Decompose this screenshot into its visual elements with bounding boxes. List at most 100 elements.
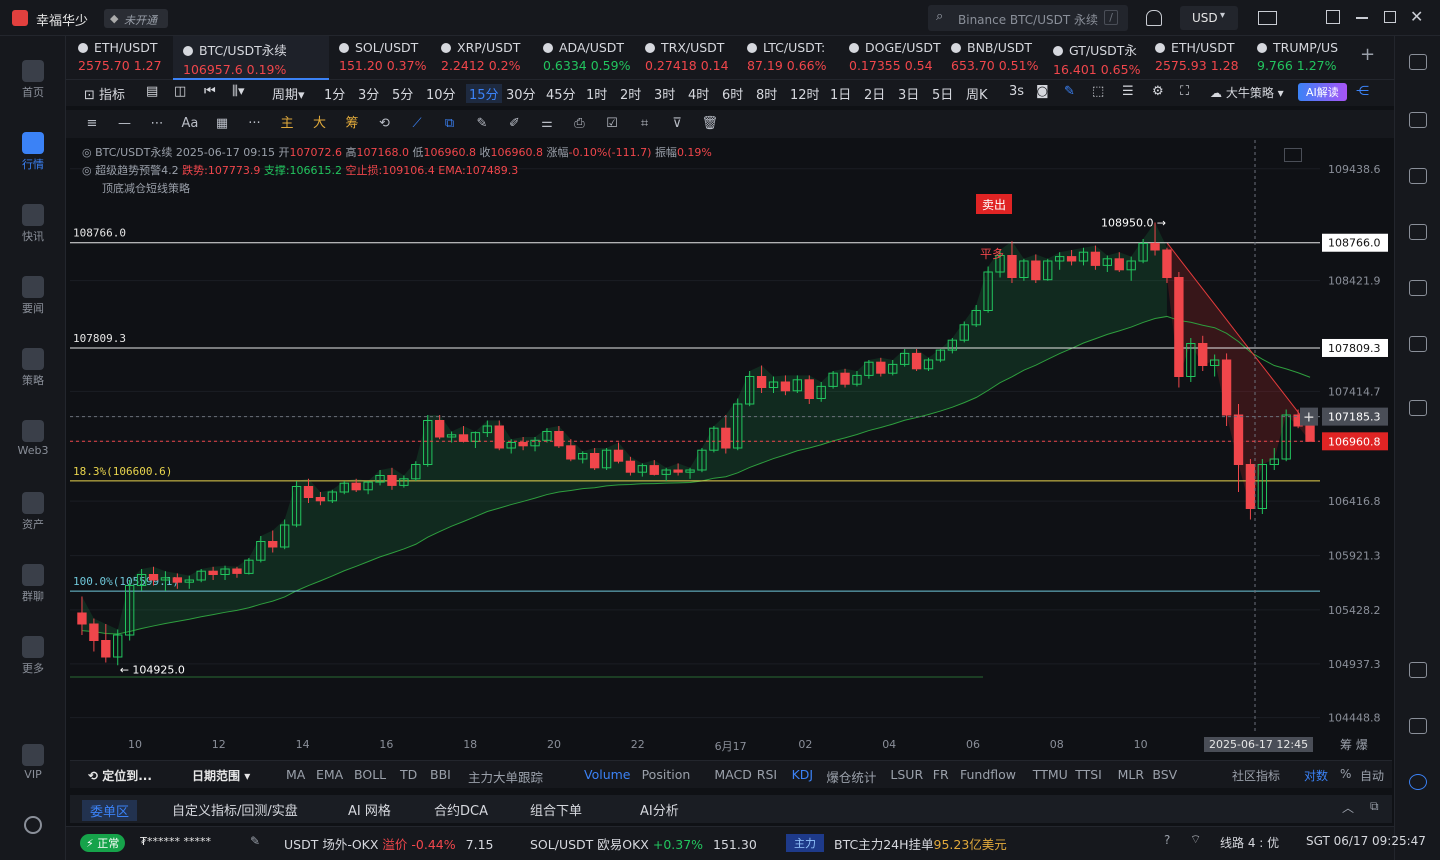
- draw-tool-10[interactable]: ⟋: [409, 116, 425, 132]
- refresh-interval[interactable]: 3s: [1009, 84, 1024, 99]
- main-indicator-0[interactable]: MA: [286, 767, 305, 782]
- share-icon[interactable]: ⋲: [1356, 84, 1369, 99]
- period-14[interactable]: 1日: [830, 84, 851, 103]
- sub-indicator-3[interactable]: RSI: [757, 767, 777, 782]
- period-6[interactable]: 45分: [546, 84, 576, 103]
- ticker-tab[interactable]: BNB/USDT 653.70 0.51%: [941, 36, 1043, 80]
- trend-icon[interactable]: [1409, 224, 1427, 240]
- ticker-usdt-otc[interactable]: USDT 场外-OKX 溢价 -0.44% 7.15: [284, 834, 493, 853]
- window-layout-icon[interactable]: [1326, 10, 1340, 24]
- sub-indicator-12[interactable]: BSV: [1152, 767, 1177, 782]
- ticker-tab[interactable]: ADA/USDT 0.6334 0.59%: [533, 36, 635, 80]
- draw-tool-9[interactable]: ⟲: [377, 116, 393, 132]
- bottom-tab-1[interactable]: 自定义指标/回测/实盘: [172, 800, 298, 819]
- nav-item-6[interactable]: 资产: [0, 492, 66, 532]
- card-icon[interactable]: [1409, 336, 1427, 352]
- search-input[interactable]: ⌕ Binance BTC/USDT 永续 /: [928, 5, 1128, 31]
- popout-icon[interactable]: ⧉: [1370, 799, 1379, 814]
- draw-tool-2[interactable]: ⋯: [149, 116, 165, 132]
- draw-tool-17[interactable]: ⌗: [637, 116, 653, 132]
- zoom-icon[interactable]: 筹 爆: [1340, 736, 1368, 753]
- add-tab-icon[interactable]: +: [1360, 44, 1375, 65]
- ticker-tab[interactable]: XRP/USDT 2.2412 0.2%: [431, 36, 533, 80]
- ticker-tab[interactable]: SOL/USDT 151.20 0.37%: [329, 36, 431, 80]
- period-4[interactable]: 15分: [466, 84, 502, 103]
- draw-tool-14[interactable]: ⚌: [539, 116, 555, 132]
- community-indicators[interactable]: 社区指标: [1232, 767, 1280, 784]
- main-indicator-5[interactable]: 主力大单跟踪: [468, 767, 543, 786]
- mail-icon[interactable]: [1258, 11, 1277, 25]
- robot-icon[interactable]: [1409, 774, 1427, 790]
- period-select[interactable]: 周期▾: [272, 84, 305, 103]
- sub-indicator-10[interactable]: TTSI: [1075, 767, 1102, 782]
- chart-layout-icon[interactable]: [1284, 148, 1302, 162]
- nav-item-9[interactable]: VIP: [0, 744, 66, 781]
- sub-indicator-8[interactable]: Fundflow: [960, 767, 1016, 782]
- period-11[interactable]: 6时: [722, 84, 743, 103]
- swap-icon[interactable]: [1409, 400, 1427, 416]
- bottom-tab-3[interactable]: 合约DCA: [434, 800, 488, 819]
- ticker-tab[interactable]: GT/USDT永 16.401 0.65%: [1043, 36, 1145, 80]
- period-9[interactable]: 3时: [654, 84, 675, 103]
- main-indicator-2[interactable]: BOLL: [354, 767, 386, 782]
- ticker-tab[interactable]: ETH/USDT 2575.70 1.27: [68, 36, 173, 80]
- period-0[interactable]: 1分: [324, 84, 345, 103]
- main-indicator-4[interactable]: BBI: [430, 767, 451, 782]
- draw-tool-6[interactable]: 主: [279, 116, 295, 132]
- nav-item-0[interactable]: 首页: [0, 60, 66, 100]
- draw-tool-12[interactable]: ✎: [474, 116, 490, 132]
- main-indicator-3[interactable]: TD: [400, 767, 417, 782]
- auto-toggle[interactable]: 自动: [1360, 767, 1384, 784]
- period-1[interactable]: 3分: [358, 84, 379, 103]
- settings-icon[interactable]: [24, 816, 42, 834]
- visibility-icon[interactable]: ◎: [82, 164, 92, 177]
- draw-tool-13[interactable]: ✐: [507, 116, 523, 132]
- headset-icon[interactable]: [1409, 718, 1427, 734]
- bottom-tab-2[interactable]: AI 网格: [348, 800, 391, 819]
- bottom-tab-4[interactable]: 组合下单: [530, 800, 582, 819]
- period-7[interactable]: 1时: [586, 84, 607, 103]
- ticker-tab[interactable]: ETH/USDT 2575.93 1.28: [1145, 36, 1247, 80]
- bottom-tab-0[interactable]: 委单区: [82, 800, 138, 821]
- layout-grid-icon[interactable]: [1409, 54, 1427, 70]
- ticker-sol-okx[interactable]: SOL/USDT 欧易OKX +0.37% 151.30: [530, 834, 757, 853]
- period-16[interactable]: 3日: [898, 84, 919, 103]
- maximize-icon[interactable]: [1384, 11, 1396, 23]
- document-icon[interactable]: [1409, 112, 1427, 128]
- log-scale-toggle[interactable]: 对数: [1304, 767, 1328, 784]
- sub-indicator-2[interactable]: MACD: [714, 767, 751, 782]
- ticker-tab[interactable]: TRX/USDT 0.27418 0.14: [635, 36, 737, 80]
- period-3[interactable]: 10分: [426, 84, 456, 103]
- panel-icon[interactable]: [1409, 662, 1427, 678]
- candlestick-chart[interactable]: 108766.0 107809.3 18.3%(106600.6) 100.0%(10…: [70, 140, 1392, 734]
- ticker-tab[interactable]: BTC/USDT永续 106957.6 0.19%: [173, 36, 329, 80]
- nav-item-8[interactable]: 更多: [0, 636, 66, 676]
- period-5[interactable]: 30分: [506, 84, 536, 103]
- percent-toggle[interactable]: %: [1340, 767, 1351, 781]
- draw-tool-18[interactable]: ⊽: [669, 116, 685, 132]
- ai-button[interactable]: AI解读: [1298, 83, 1347, 101]
- nav-item-5[interactable]: Web3: [0, 420, 66, 457]
- visibility-icon[interactable]: ◎: [82, 146, 92, 159]
- period-8[interactable]: 2时: [620, 84, 641, 103]
- draw-tool-5[interactable]: ···: [247, 116, 263, 132]
- period-10[interactable]: 4时: [688, 84, 709, 103]
- help-icon[interactable]: ?: [1164, 833, 1170, 847]
- bell-icon[interactable]: [1146, 10, 1162, 26]
- list-icon[interactable]: ☰: [1122, 84, 1134, 99]
- edit-icon[interactable]: ✎: [250, 834, 260, 848]
- dollar-icon[interactable]: [1409, 168, 1427, 184]
- ticker-tab[interactable]: LTC/USDT: 87.19 0.66%: [737, 36, 839, 80]
- nav-item-2[interactable]: 快讯: [0, 204, 66, 244]
- range-select[interactable]: 日期范围 ▾: [192, 767, 250, 784]
- period-2[interactable]: 5分: [392, 84, 413, 103]
- chart-canvas[interactable]: 108766.0107809.318.3%(106600.6)100.0%(10…: [70, 140, 1392, 734]
- draw-tool-4[interactable]: ▦: [214, 116, 230, 132]
- screen-icon[interactable]: [1409, 280, 1427, 296]
- draw-tool-16[interactable]: ☑: [604, 116, 620, 132]
- sub-indicator-7[interactable]: FR: [933, 767, 949, 782]
- draw-tool-1[interactable]: —: [117, 116, 133, 132]
- ticker-tab[interactable]: DOGE/USDT 0.17355 0.54: [839, 36, 941, 80]
- calendar-icon[interactable]: ▤: [146, 84, 158, 99]
- nav-item-4[interactable]: 策略: [0, 348, 66, 388]
